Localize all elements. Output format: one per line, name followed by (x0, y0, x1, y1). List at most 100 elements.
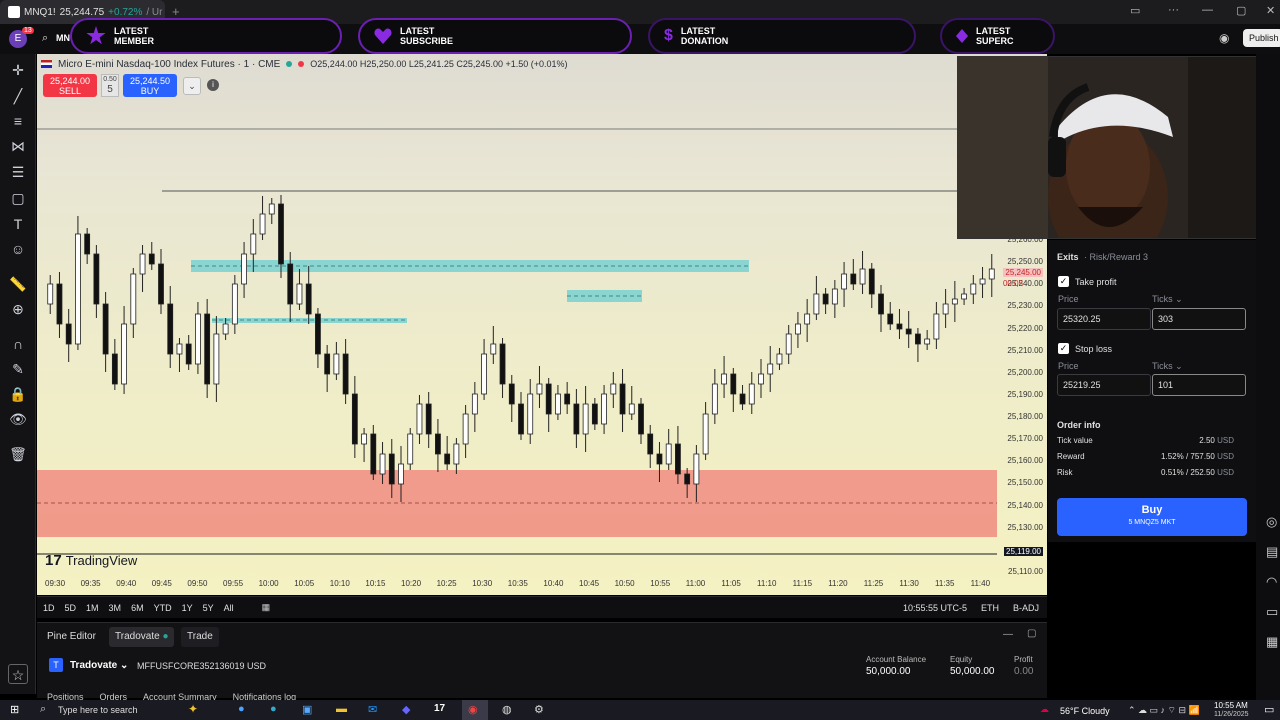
lock-icon[interactable]: 🔒 (8, 384, 28, 404)
teams-icon[interactable]: ◆ (402, 703, 410, 716)
tab-pine-editor[interactable]: Pine Editor (47, 631, 96, 642)
adjustment-label[interactable]: B-ADJ (1013, 603, 1039, 613)
forecast-icon[interactable]: ☰ (8, 162, 28, 182)
new-tab-icon[interactable]: + (172, 4, 180, 19)
store-icon[interactable]: ▣ (302, 703, 312, 716)
take-profit-ticks-input[interactable]: 303 (1152, 308, 1246, 330)
search-icon[interactable]: ⌕ (42, 32, 48, 45)
more-icon[interactable]: ··· (1168, 4, 1179, 16)
settings-gear-icon[interactable]: ⚙ (534, 703, 544, 716)
edge-icon[interactable]: ● (270, 703, 277, 715)
signal-icon[interactable]: ◠ (1266, 574, 1277, 590)
candle-body (638, 403, 644, 435)
eye-icon[interactable]: 👁 (8, 409, 28, 429)
candle-body (351, 393, 358, 445)
candle-body (647, 433, 654, 455)
folder-icon[interactable]: ▬ (336, 703, 347, 715)
crosshair-icon[interactable]: ✛ (8, 60, 28, 80)
symbol-legend: Micro E-mini Nasdaq-100 Index Futures · … (41, 56, 568, 72)
favorites-star-icon[interactable]: ☆ (8, 664, 28, 684)
tray-icons[interactable]: ⌃ ☁ ▭ ♪ ⌔ ⊟ 📶 (1128, 705, 1200, 716)
trendline-icon[interactable]: ╱ (8, 86, 28, 106)
zoom-icon[interactable]: ⊕ (8, 299, 28, 319)
window-layout-icon[interactable]: ▭ (1130, 4, 1140, 17)
submit-buy-button[interactable]: Buy 5 MNQZ5 MKT (1057, 498, 1247, 536)
time-tick: 09:55 (223, 579, 244, 588)
chat-icon[interactable]: ▭ (1266, 604, 1278, 620)
alerts-icon[interactable]: ◎ (1266, 514, 1277, 530)
text-icon[interactable]: T (8, 214, 28, 234)
pattern-icon[interactable]: ⋈ (8, 136, 28, 156)
windows-start-icon[interactable]: ⊞ (10, 703, 19, 716)
fib-icon[interactable]: ≡ (8, 111, 28, 131)
buy-button[interactable]: 25,244.50 BUY (123, 74, 177, 97)
session-label[interactable]: ETH (981, 603, 999, 613)
magnet-icon[interactable]: ∩ (8, 334, 28, 354)
minimize-icon[interactable]: — (1202, 4, 1213, 16)
taskbar-search-icon[interactable]: ⌕ (40, 703, 46, 716)
tradingview-taskbar-icon[interactable]: 17 (434, 703, 445, 714)
broker-name[interactable]: Tradovate ⌄ (70, 660, 128, 671)
stop-loss-ticks-input[interactable]: 101 (1152, 374, 1246, 396)
range-button-1m[interactable]: 1M (86, 603, 99, 613)
notifications-icon[interactable]: ▭ (1264, 703, 1274, 716)
taskbar-search-input[interactable]: Type here to search (58, 705, 138, 715)
candle-body (231, 283, 238, 325)
range-button-ytd[interactable]: YTD (154, 603, 172, 613)
price-chart[interactable]: 17 TradingView (37, 54, 1047, 595)
grid-icon[interactable]: ▦ (1266, 634, 1278, 650)
candle-body (65, 323, 72, 345)
quantity-box[interactable]: 0.50 5 (101, 74, 119, 97)
clock[interactable]: 10:55:55 UTC-5 (903, 603, 967, 613)
maximize-icon[interactable]: ▢ (1236, 4, 1246, 17)
shapes-icon[interactable]: ▢ (8, 188, 28, 208)
calendar-icon[interactable]: ▤ (1266, 544, 1278, 560)
ruler-icon[interactable]: 📏 (8, 274, 28, 294)
tab-tradovate[interactable]: Tradovate ● (109, 627, 175, 647)
sell-button[interactable]: 25,244.00 SELL (43, 74, 97, 97)
camera-icon[interactable]: ◉ (1219, 31, 1229, 45)
range-button-1y[interactable]: 1Y (182, 603, 193, 613)
tab-positions[interactable]: Positions (47, 692, 84, 700)
emoji-icon[interactable]: ☺ (8, 239, 28, 259)
stop-loss-checkbox[interactable]: ✓ (1058, 343, 1069, 354)
tab-notifications-log[interactable]: Notifications log (233, 692, 297, 700)
date-range-icon[interactable]: ▦ (262, 602, 271, 613)
weather-icon[interactable]: ☁ (1040, 704, 1049, 715)
close-icon[interactable]: ✕ (1266, 4, 1275, 17)
account-id[interactable]: MFFUSFCORE352136019 USD (137, 661, 266, 671)
range-button-all[interactable]: All (224, 603, 234, 613)
range-button-6m[interactable]: 6M (131, 603, 144, 613)
take-profit-price-input[interactable]: 25320.25 (1057, 308, 1151, 330)
app-icon-1[interactable]: ● (238, 703, 245, 715)
symbol-name[interactable]: Micro E-mini Nasdaq-100 Index Futures · … (58, 59, 280, 70)
tab-trade[interactable]: Trade (181, 627, 219, 647)
mail-icon[interactable]: ✉ (368, 703, 377, 716)
stay-drawing-icon[interactable]: ✎ (8, 359, 28, 379)
weather-text[interactable]: 56°F Cloudy (1060, 706, 1110, 716)
maximize-panel-icon[interactable]: ▢ (1027, 628, 1036, 639)
time-axis[interactable]: 09:30 09:35 09:40 09:45 09:50 09:55 10:00 10:05… (37, 575, 1047, 593)
price-tick: 25,150.00 (1007, 478, 1043, 488)
sl-ticks-label[interactable]: Ticks ⌄ (1152, 361, 1183, 372)
taskbar-date[interactable]: 11/26/2025 (1214, 711, 1249, 718)
range-button-3m[interactable]: 3M (109, 603, 122, 613)
tab-account-summary[interactable]: Account Summary (143, 692, 217, 700)
candle-body (213, 333, 220, 385)
info-icon[interactable]: i (207, 79, 219, 91)
symbol-search-text[interactable]: MN (56, 33, 70, 43)
chevron-down-icon[interactable]: ⌄ (183, 77, 201, 95)
range-button-5d[interactable]: 5D (65, 603, 77, 613)
range-button-5y[interactable]: 5Y (203, 603, 214, 613)
publish-button[interactable]: Publish (1243, 29, 1280, 47)
minimize-panel-icon[interactable]: — (1003, 629, 1013, 640)
take-profit-checkbox[interactable]: ✓ (1058, 276, 1069, 287)
tab-orders[interactable]: Orders (100, 692, 128, 700)
tp-ticks-label[interactable]: Ticks ⌄ (1152, 294, 1183, 305)
stop-loss-price-input[interactable]: 25219.25 (1057, 374, 1151, 396)
taskbar-time[interactable]: 10:55 AM (1214, 701, 1248, 710)
trash-icon[interactable]: 🗑 (8, 444, 28, 464)
sparkle-icon[interactable]: ✦ (188, 702, 198, 716)
obs-icon[interactable]: ◍ (502, 703, 512, 716)
range-button-1d[interactable]: 1D (43, 603, 55, 613)
